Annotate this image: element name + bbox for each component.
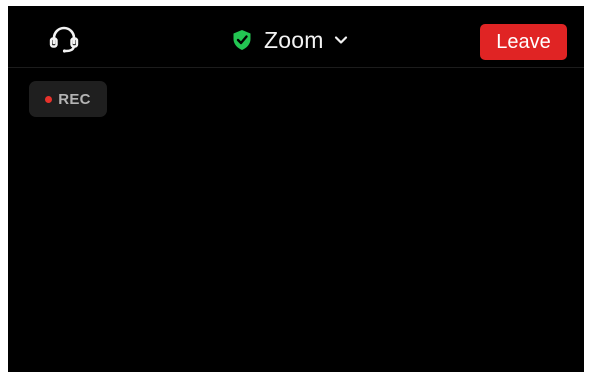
chevron-down-icon bbox=[334, 35, 348, 45]
shield-check-icon bbox=[232, 29, 252, 51]
meeting-topbar: Zoom Leave bbox=[8, 6, 584, 68]
meeting-window: Zoom Leave REC bbox=[8, 6, 584, 372]
recording-dot-icon bbox=[45, 95, 53, 103]
recording-label: REC bbox=[58, 90, 91, 108]
audio-button[interactable] bbox=[44, 22, 84, 56]
headphones-icon bbox=[49, 26, 79, 53]
meeting-title: Zoom bbox=[264, 26, 324, 53]
recording-badge: REC bbox=[29, 81, 107, 117]
leave-button[interactable]: Leave bbox=[480, 24, 567, 60]
meeting-title-dropdown[interactable]: Zoom bbox=[232, 24, 348, 56]
